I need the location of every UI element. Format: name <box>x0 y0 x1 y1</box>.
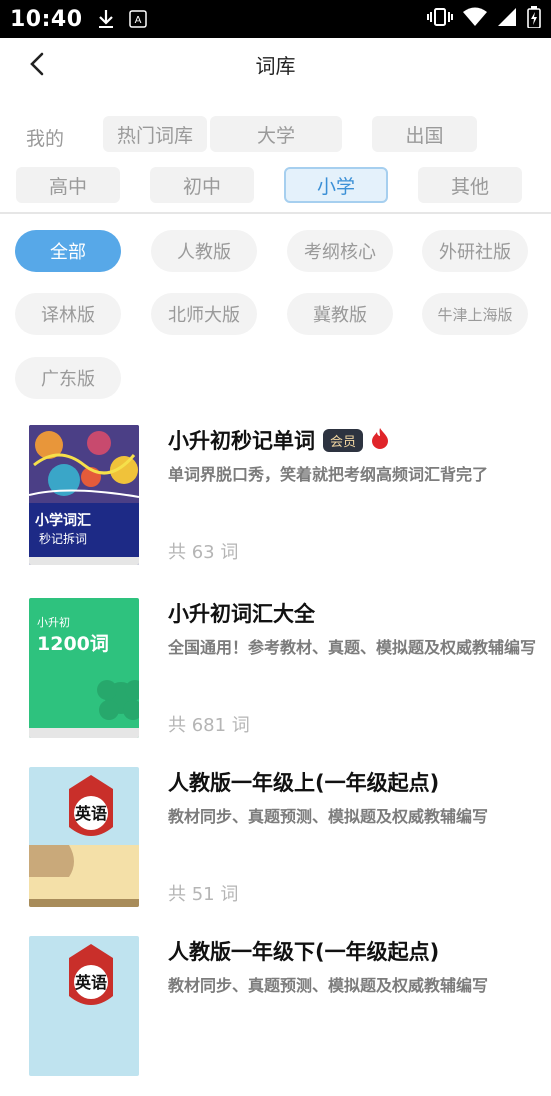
cover-subtitle: 1200词 <box>37 633 109 655</box>
book-cover: 英语 <box>29 936 139 1076</box>
category-other[interactable]: 其他 <box>418 167 522 203</box>
cover-title: 英语 <box>74 804 107 823</box>
subcategory-pep[interactable]: 人教版 <box>151 230 257 272</box>
download-icon <box>97 9 115 29</box>
book-cover: 小学词汇 秒记拆词 <box>29 425 139 565</box>
book-cover: 英语 <box>29 767 139 907</box>
book-item[interactable]: 小升初 1200词 小升初词汇大全 全国通用！参考教材、真题、模拟题及权威教辅编… <box>0 598 551 758</box>
vip-badge: 会员 <box>323 428 364 452</box>
signal-icon <box>497 7 517 31</box>
book-description: 全国通用！参考教材、真题、模拟题及权威教辅编写 <box>168 638 537 657</box>
status-time: 10:40 <box>10 6 83 32</box>
cover-subtitle: 秒记拆词 <box>39 531 87 546</box>
book-title: 人教版一年级下(一年级起点) <box>168 940 440 964</box>
book-description: 教材同步、真题预测、模拟题及权威教辅编写 <box>168 807 489 826</box>
book-title: 小升初词汇大全 <box>168 602 315 626</box>
book-item[interactable]: 英语 人教版一年级上(一年级起点) 教材同步、真题预测、模拟题及权威教辅编写 共… <box>0 767 551 927</box>
subcategory-fltrp[interactable]: 外研社版 <box>422 230 528 272</box>
category-university[interactable]: 大学 <box>210 116 342 152</box>
category-hot[interactable]: 热门词库 <box>103 116 207 152</box>
subcategory-bnu[interactable]: 北师大版 <box>151 293 257 335</box>
book-word-count: 共 681 词 <box>168 715 250 736</box>
cover-title: 小学词汇 <box>35 512 91 529</box>
battery-icon <box>527 6 541 32</box>
book-description: 教材同步、真题预测、模拟题及权威教辅编写 <box>168 976 489 995</box>
cover-title: 小升初 <box>37 615 70 629</box>
category-row-1: 我的 热门词库 大学 出国 <box>0 116 551 156</box>
book-item[interactable]: 英语 人教版一年级下(一年级起点) 教材同步、真题预测、模拟题及权威教辅编写 <box>0 936 551 1096</box>
book-cover: 小升初 1200词 <box>29 598 139 738</box>
book-item[interactable]: 小学词汇 秒记拆词 小升初秒记单词 会员 单词界脱口秀，笑着就把考纲高频词汇背完… <box>0 425 551 585</box>
book-description: 单词界脱口秀，笑着就把考纲高频词汇背完了 <box>168 465 489 484</box>
nav-bar: 词库 <box>0 38 551 90</box>
category-row-2: 高中 初中 小学 其他 <box>0 167 551 207</box>
vibrate-icon <box>427 7 453 31</box>
keyboard-icon: A <box>128 10 147 28</box>
category-junior-high[interactable]: 初中 <box>150 167 254 203</box>
category-high-school[interactable]: 高中 <box>16 167 120 203</box>
subcategory-oxford-shanghai[interactable]: 牛津上海版 <box>422 293 528 335</box>
subcategory-hebei[interactable]: 冀教版 <box>287 293 393 335</box>
page-title: 词库 <box>255 54 296 78</box>
category-abroad[interactable]: 出国 <box>372 116 477 152</box>
subcategory-all[interactable]: 全部 <box>15 230 121 272</box>
wifi-icon <box>463 7 487 31</box>
status-bar: 10:40 A <box>0 0 551 38</box>
book-word-count: 共 51 词 <box>168 884 239 905</box>
subcategory-yilin[interactable]: 译林版 <box>15 293 121 335</box>
subcategory-exam-core[interactable]: 考纲核心 <box>287 230 393 272</box>
book-title: 小升初秒记单词 <box>168 429 315 453</box>
subcategory-guangdong[interactable]: 广东版 <box>15 357 121 399</box>
category-mine[interactable]: 我的 <box>26 124 64 151</box>
book-word-count: 共 63 词 <box>168 542 239 563</box>
divider <box>0 212 551 214</box>
fire-icon <box>371 427 389 453</box>
svg-text:A: A <box>134 15 141 26</box>
category-primary[interactable]: 小学 <box>284 167 388 203</box>
book-title: 人教版一年级上(一年级起点) <box>168 771 440 795</box>
